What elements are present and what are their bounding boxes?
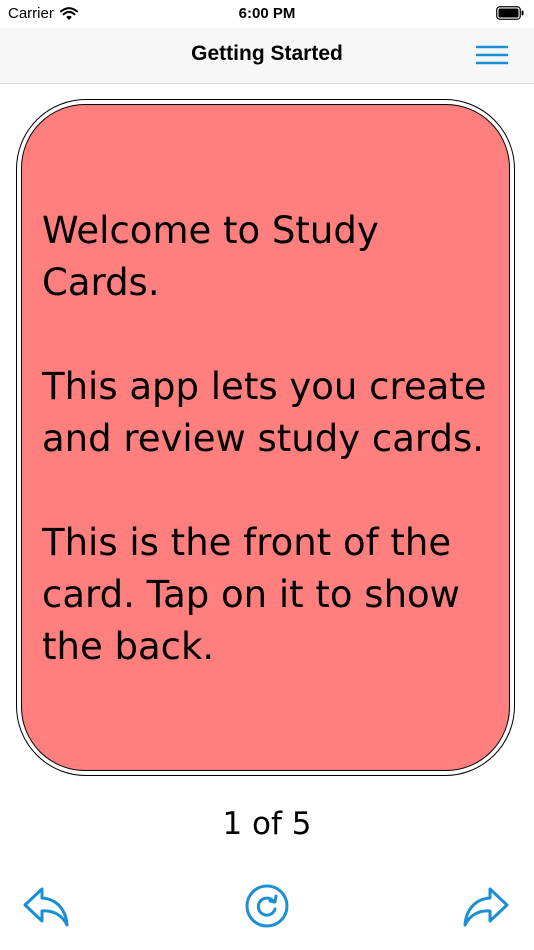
next-card-button[interactable] (460, 880, 512, 932)
card-counter: 1 of 5 (222, 806, 312, 842)
card-paragraph: This app lets you create and review stud… (42, 365, 487, 460)
card-paragraph: Welcome to Study Cards. (42, 209, 379, 304)
rotate-icon (245, 884, 289, 928)
previous-card-button[interactable] (20, 880, 72, 932)
menu-button[interactable] (470, 42, 514, 68)
navigation-bar: Getting Started (0, 28, 534, 84)
hamburger-icon (476, 45, 508, 65)
flip-card-button[interactable] (241, 880, 293, 932)
card-paragraph: This is the front of the card. Tap on it… (42, 521, 460, 668)
study-card-front[interactable]: Welcome to Study Cards. This app lets yo… (21, 104, 510, 771)
share-arrow-right-icon (463, 887, 509, 927)
reply-arrow-left-icon (23, 887, 69, 927)
battery-icon (496, 6, 524, 20)
card-text: Welcome to Study Cards. This app lets yo… (42, 205, 492, 673)
status-bar: Carrier 6:00 PM (0, 0, 534, 28)
status-time: 6:00 PM (238, 5, 296, 22)
page-title: Getting Started (191, 42, 343, 65)
